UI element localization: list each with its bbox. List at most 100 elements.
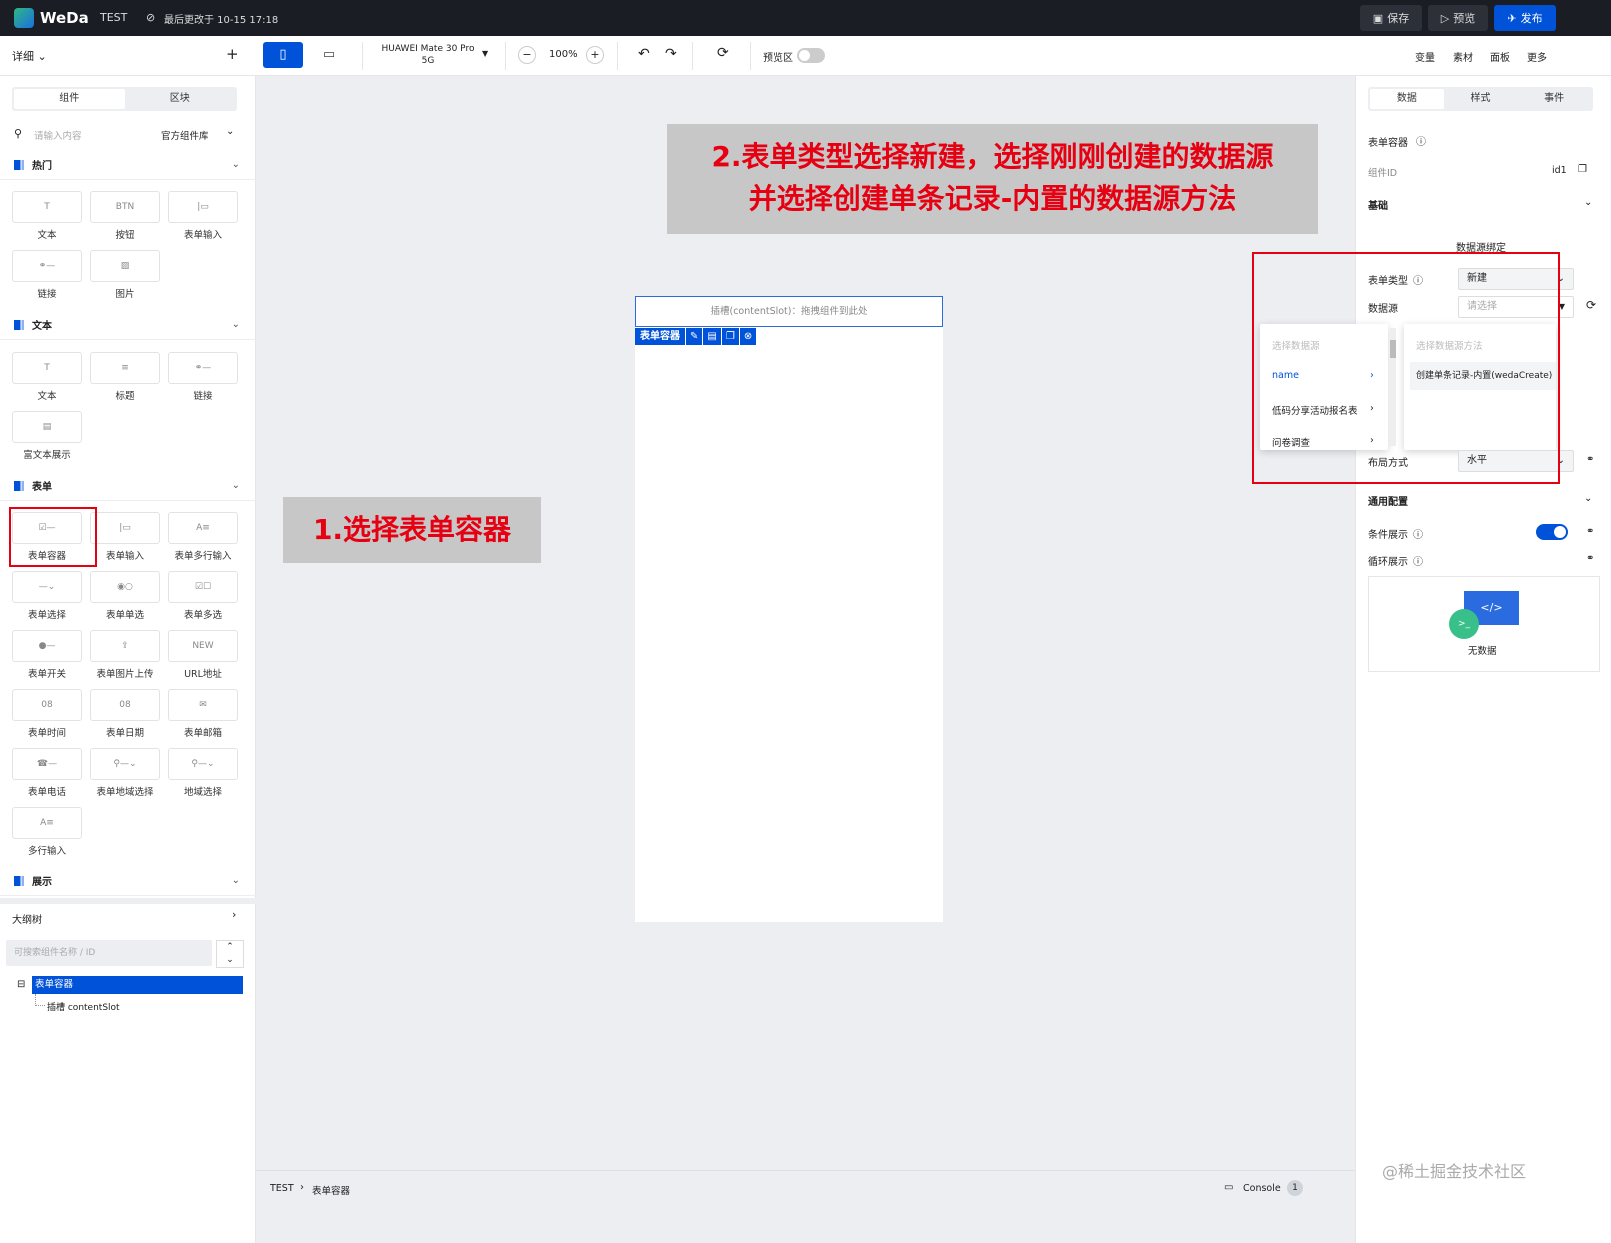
basic-section[interactable]: 基础 bbox=[1368, 197, 1388, 212]
delete-icon[interactable]: ⊗ bbox=[739, 328, 757, 345]
comp-form-switch[interactable]: ●— 表单开关 bbox=[12, 630, 82, 686]
comp-form-phone[interactable]: ☎— 表单电话 bbox=[12, 748, 82, 804]
chevron-down-icon[interactable]: ⌄ bbox=[1584, 197, 1592, 208]
edit-icon[interactable]: ✎ bbox=[686, 328, 703, 345]
chevron-down-icon[interactable]: ⌄ bbox=[226, 955, 234, 965]
caret-down-icon[interactable]: ▼ bbox=[482, 49, 488, 58]
annotation-step2: 2.表单类型选择新建，选择刚刚创建的数据源 并选择创建单条记录-内置的数据源方法 bbox=[667, 124, 1318, 234]
comp-button[interactable]: BTN 按钮 bbox=[90, 191, 160, 247]
assets-button[interactable]: 素材 bbox=[1453, 49, 1473, 64]
chevron-right-icon[interactable]: › bbox=[232, 908, 236, 921]
info-icon[interactable]: ⓘ bbox=[1413, 553, 1423, 568]
right-tabs: 数据 样式 事件 bbox=[1368, 87, 1593, 111]
add-icon[interactable]: + bbox=[226, 45, 239, 63]
comp-form-email[interactable]: ✉ 表单邮箱 bbox=[168, 689, 238, 745]
comp-region[interactable]: ⚲—⌄ 地域选择 bbox=[168, 748, 238, 804]
general-config-section[interactable]: 通用配置 bbox=[1368, 493, 1408, 508]
breadcrumb-root[interactable]: TEST bbox=[270, 1183, 294, 1194]
zoom-out-button[interactable]: − bbox=[518, 46, 536, 64]
comp-form-date[interactable]: 08 表单日期 bbox=[90, 689, 160, 745]
switch-icon: ●— bbox=[12, 630, 82, 662]
save-button[interactable]: ▣ 保存 bbox=[1360, 5, 1422, 31]
copy-icon[interactable]: ❐ bbox=[721, 328, 739, 345]
chevron-down-icon[interactable]: ⌄ bbox=[1584, 493, 1592, 504]
comp-multiline[interactable]: A≡ 多行输入 bbox=[12, 807, 82, 863]
preview-area-label: 预览区 bbox=[763, 53, 793, 64]
link-icon[interactable]: ⚭ bbox=[1586, 454, 1594, 465]
library-select[interactable]: 官方组件库 bbox=[161, 128, 209, 142]
info-icon[interactable]: ⓘ bbox=[1416, 133, 1426, 148]
comp-richtext[interactable]: ▤ 富文本展示 bbox=[12, 411, 82, 467]
weda-logo[interactable]: WeDa bbox=[14, 8, 89, 28]
more-button[interactable]: 更多 bbox=[1527, 49, 1547, 64]
comp-form-upload[interactable]: ⇪ 表单图片上传 bbox=[90, 630, 160, 686]
chevron-down-icon[interactable]: ⌄ bbox=[226, 126, 234, 137]
chevron-down-icon: ⌄ bbox=[231, 319, 240, 330]
comp-image[interactable]: ▨ 图片 bbox=[90, 250, 160, 306]
console-button[interactable]: Console bbox=[1243, 1183, 1281, 1194]
chevron-down-icon: ⌄ bbox=[231, 159, 240, 170]
tab-blocks[interactable]: 区块 bbox=[125, 89, 236, 109]
comp-form-input[interactable]: |▭ 表单输入 bbox=[168, 191, 238, 247]
refresh-icon[interactable]: ⟳ bbox=[717, 45, 729, 61]
zoom-in-button[interactable]: + bbox=[586, 46, 604, 64]
refresh-icon[interactable]: ⟳ bbox=[1586, 298, 1596, 312]
comp-heading[interactable]: ≡ 标题 bbox=[90, 352, 160, 408]
desktop-view-button[interactable]: ▭ bbox=[316, 42, 342, 68]
comp-form-time[interactable]: 08 表单时间 bbox=[12, 689, 82, 745]
preview-area-toggle[interactable] bbox=[797, 48, 825, 63]
section-display[interactable]: 展示 ⌄ bbox=[0, 866, 256, 896]
comp-link-2[interactable]: ⚭— 链接 bbox=[168, 352, 238, 408]
comp-label: 表单邮箱 bbox=[183, 728, 222, 739]
variables-button[interactable]: 变量 bbox=[1415, 49, 1435, 64]
comp-form-region[interactable]: ⚲—⌄ 表单地域选择 bbox=[90, 748, 160, 804]
tab-events[interactable]: 事件 bbox=[1517, 89, 1591, 109]
outline-stepper[interactable]: ⌃ ⌄ bbox=[216, 940, 244, 968]
undo-icon[interactable]: ↶ bbox=[638, 46, 650, 62]
tab-components[interactable]: 组件 bbox=[14, 89, 125, 109]
preview-button[interactable]: ▷ 预览 bbox=[1428, 5, 1488, 31]
tab-data[interactable]: 数据 bbox=[1370, 89, 1444, 109]
save-icon[interactable]: ▤ bbox=[703, 328, 721, 345]
comp-form-input-2[interactable]: |▭ 表单输入 bbox=[90, 512, 160, 568]
comp-link[interactable]: ⚭— 链接 bbox=[12, 250, 82, 306]
comp-text-2[interactable]: T 文本 bbox=[12, 352, 82, 408]
tree-node-slot[interactable]: 插槽 contentSlot bbox=[47, 1000, 120, 1013]
annotation-step1: 1.选择表单容器 bbox=[283, 497, 541, 563]
comp-form-checkbox[interactable]: ☑☐ 表单多选 bbox=[168, 571, 238, 627]
link-icon[interactable]: ⚭ bbox=[1586, 526, 1594, 537]
section-hot[interactable]: 热门 ⌄ bbox=[0, 150, 256, 180]
section-form[interactable]: 表单 ⌄ bbox=[0, 471, 256, 501]
panel-button[interactable]: 面板 bbox=[1490, 49, 1510, 64]
info-icon[interactable]: ⓘ bbox=[1413, 526, 1423, 541]
mobile-view-button[interactable]: ▯ bbox=[263, 42, 303, 68]
link-icon[interactable]: ⚭ bbox=[1586, 553, 1594, 564]
publish-button[interactable]: ✈ 发布 bbox=[1494, 5, 1556, 31]
tab-style[interactable]: 样式 bbox=[1444, 89, 1518, 109]
comp-text[interactable]: T 文本 bbox=[12, 191, 82, 247]
redo-icon[interactable]: ↷ bbox=[665, 46, 677, 62]
comp-label: 表单图片上传 bbox=[96, 669, 154, 680]
detail-dropdown[interactable]: 详细 ⌄ bbox=[12, 48, 47, 64]
copy-icon[interactable]: ❐ bbox=[1578, 164, 1587, 175]
phone-canvas[interactable]: 插槽(contentSlot)：拖拽组件到此处 表单容器 ✎ ▤ ❐ ⊗ bbox=[635, 296, 943, 922]
annotation-step2-line2: 并选择创建单条记录-内置的数据源方法 bbox=[748, 182, 1237, 215]
outline-search-input[interactable]: 可搜索组件名称 / ID bbox=[6, 940, 212, 966]
conditional-display-toggle[interactable] bbox=[1536, 524, 1568, 540]
content-slot[interactable]: 插槽(contentSlot)：拖拽组件到此处 bbox=[635, 296, 943, 327]
chevron-up-icon[interactable]: ⌃ bbox=[226, 942, 234, 952]
weda-logo-icon bbox=[14, 8, 34, 28]
section-text[interactable]: 文本 ⌄ bbox=[0, 310, 256, 340]
component-search-input[interactable]: 请输入内容 bbox=[34, 128, 82, 142]
collapse-icon[interactable]: ⊟ bbox=[17, 979, 25, 990]
highlight-datasource-binding bbox=[1252, 252, 1560, 484]
comp-url[interactable]: NEW URL地址 bbox=[168, 630, 238, 686]
device-select[interactable]: HUAWEI Mate 30 Pro 5G bbox=[380, 43, 476, 67]
breadcrumb-current[interactable]: 表单容器 bbox=[312, 1183, 350, 1197]
console-count-badge: 1 bbox=[1287, 1180, 1303, 1196]
comp-form-textarea[interactable]: A≡ 表单多行输入 bbox=[168, 512, 238, 568]
comp-form-select[interactable]: —⌄ 表单选择 bbox=[12, 571, 82, 627]
comp-label: 表单日期 bbox=[105, 728, 144, 739]
comp-form-radio[interactable]: ◉○ 表单单选 bbox=[90, 571, 160, 627]
tree-node-form-container[interactable]: 表单容器 bbox=[32, 976, 243, 994]
